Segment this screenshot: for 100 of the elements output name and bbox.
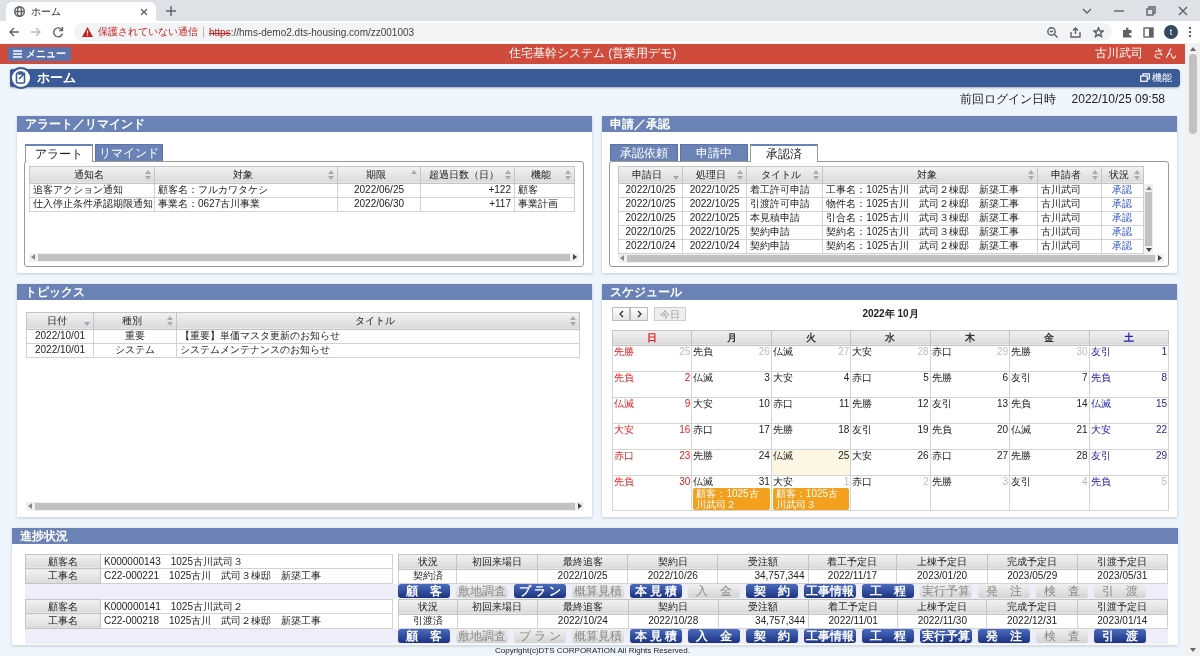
step-button[interactable]: 顧 客 <box>398 629 450 644</box>
calendar-day-cell[interactable]: 仏滅 21 <box>1009 423 1090 450</box>
tab[interactable]: 申請中 <box>680 143 748 161</box>
calendar-day-cell[interactable]: 仏滅 27 <box>771 345 851 372</box>
calendar-day-cell[interactable]: 先勝 3 <box>930 475 1010 511</box>
calendar-day-cell[interactable]: 大安 10 <box>691 397 772 424</box>
rokuyo-label: 友引 <box>931 397 952 409</box>
table-cell: 顧客 <box>514 183 575 198</box>
calendar-day-cell[interactable]: 先負 8 <box>1089 371 1169 398</box>
step-button[interactable]: プ ラ ン <box>514 584 566 599</box>
table-cell: 追客アクション通知 <box>29 183 155 198</box>
calendar-day-cell[interactable]: 先負 5 <box>1089 475 1169 511</box>
calendar-day-cell[interactable]: 大安 26 <box>850 449 931 476</box>
address-bar[interactable]: 保護されていない通信 https://hms-demo2.dts-housing.com/zz001003 <box>74 23 1112 41</box>
calendar-day-cell[interactable]: 先勝 25 <box>612 345 692 372</box>
column-header[interactable]: 処理日 <box>682 166 747 184</box>
rokuyo-label: 先負 <box>931 423 952 435</box>
calendar-day-cell[interactable]: 大安 16 <box>612 423 692 450</box>
calendar-day-cell[interactable]: 友引 19 <box>850 423 931 450</box>
column-header[interactable]: 日付 <box>26 312 94 330</box>
calendar-day-cell[interactable]: 仏滅 9 <box>612 397 692 424</box>
menu-button[interactable]: メニュー <box>8 46 71 61</box>
column-header[interactable]: 申請日 <box>618 166 683 184</box>
column-header[interactable]: 状況 <box>1101 166 1144 184</box>
calendar-day-cell[interactable]: 大安 4 <box>771 371 851 398</box>
panel-title: アラート／リマインド <box>17 115 592 132</box>
calendar-day-cell[interactable]: 先勝 18 <box>771 423 851 450</box>
calendar-day-cell[interactable]: 先負 20 <box>930 423 1010 450</box>
function-button[interactable]: 機能 <box>1132 70 1180 85</box>
calendar-day-cell[interactable]: 先勝 24 <box>691 449 772 476</box>
calendar-day-cell[interactable]: 大安 1 顧客：1025古川武司３ <box>771 475 851 511</box>
tab[interactable]: 承認済 <box>750 143 818 162</box>
step-button[interactable]: 契 約 <box>746 629 798 644</box>
step-button[interactable]: 本 見 積 <box>630 584 682 599</box>
calendar-day-cell[interactable]: 赤口 5 <box>850 371 931 398</box>
column-header[interactable]: 種別 <box>93 312 177 330</box>
column-header[interactable]: 期限 <box>337 166 421 184</box>
calendar-day-cell[interactable]: 赤口 17 <box>691 423 772 450</box>
browser-tab[interactable]: ホーム <box>6 2 156 21</box>
tab[interactable]: アラート <box>25 143 93 162</box>
day-number: 30 <box>1076 345 1088 357</box>
calendar-day-cell[interactable]: 友引 4 <box>1009 475 1090 511</box>
calendar-day-cell[interactable]: 仏滅 3 <box>691 371 772 398</box>
calendar-day-cell[interactable]: 先負 14 <box>1009 397 1090 424</box>
calendar-day-cell[interactable]: 赤口 27 <box>930 449 1010 476</box>
column-header[interactable]: タイトル <box>746 166 823 184</box>
security-label: 保護されていない通信 <box>98 25 198 39</box>
step-button[interactable]: 工 程 <box>862 629 914 644</box>
table-cell: C22-000218 1025古川 武司２棟邸 新築工事 <box>100 613 393 629</box>
day-number: 26 <box>758 345 770 357</box>
calendar-day-cell[interactable]: 友引 7 <box>1009 371 1090 398</box>
column-header[interactable]: 機能 <box>514 166 575 184</box>
table-cell: 2022/06/25 <box>337 183 421 198</box>
calendar-day-cell[interactable]: 大安 28 <box>850 345 931 372</box>
tab[interactable]: 承認依頼 <box>610 143 678 161</box>
column-header[interactable]: タイトル <box>176 312 580 330</box>
tab[interactable]: リマインド <box>95 143 163 161</box>
table-cell: 古川武司 <box>1037 239 1102 254</box>
calendar-day-cell[interactable]: 友引 29 <box>1089 449 1169 476</box>
day-number: 14 <box>1076 397 1088 409</box>
step-button[interactable]: 顧 客 <box>398 584 450 599</box>
calendar-day-cell[interactable]: 先勝 30 <box>1009 345 1090 372</box>
calendar-day-cell[interactable]: 先勝 6 <box>930 371 1010 398</box>
calendar-day-cell[interactable]: 仏滅 15 <box>1089 397 1169 424</box>
column-header[interactable]: 通知名 <box>29 166 155 184</box>
step-button[interactable]: 工事情報 <box>804 584 856 599</box>
step-button[interactable]: 工事情報 <box>804 629 856 644</box>
rokuyo-label: 先勝 <box>614 345 634 357</box>
step-button[interactable]: 入 金 <box>688 629 740 644</box>
calendar-day-cell[interactable]: 赤口 2 <box>850 475 931 511</box>
column-header: 完成予定日 <box>987 554 1078 570</box>
calendar-day-cell[interactable]: 仏滅 25 <box>771 449 851 476</box>
step-button[interactable]: 契 約 <box>746 584 798 599</box>
column-header[interactable]: 対象 <box>822 166 1038 184</box>
column-header[interactable]: 申請者 <box>1037 166 1102 184</box>
calendar-day-cell[interactable]: 仏滅 31 顧客：1025古川武司２ <box>691 475 772 511</box>
profile-avatar[interactable]: t <box>1164 25 1178 39</box>
calendar-day-cell[interactable]: 先負 26 <box>691 345 772 372</box>
step-button[interactable]: 引 渡 <box>1094 629 1146 644</box>
calendar-day-cell[interactable]: 赤口 11 <box>771 397 851 424</box>
rokuyo-label: 友引 <box>852 423 873 435</box>
calendar-day-cell[interactable]: 先負 30 <box>612 475 692 511</box>
calendar-day-cell[interactable]: 赤口 29 <box>930 345 1010 372</box>
day-number: 25 <box>838 449 850 461</box>
step-button[interactable]: 本 見 積 <box>630 629 682 644</box>
column-header[interactable]: 超過日数（日） <box>420 166 515 184</box>
table-cell: 契約名：1025古川 武司２棟邸 新築工事 <box>822 239 1038 254</box>
day-number: 15 <box>1155 397 1167 409</box>
calendar-day-cell[interactable]: 先勝 12 <box>850 397 931 424</box>
calendar-day-cell[interactable]: 友引 1 <box>1089 345 1169 372</box>
calendar-day-cell[interactable]: 先勝 28 <box>1009 449 1090 476</box>
step-button[interactable]: 発 注 <box>978 629 1030 644</box>
url-text[interactable]: https://hms-demo2.dts-housing.com/zz001003 <box>209 26 415 38</box>
calendar-day-cell[interactable]: 大安 22 <box>1089 423 1169 450</box>
calendar-day-cell[interactable]: 先負 2 <box>612 371 692 398</box>
step-button[interactable]: 工 程 <box>862 584 914 599</box>
calendar-day-cell[interactable]: 友引 13 <box>930 397 1010 424</box>
calendar-day-cell[interactable]: 赤口 23 <box>612 449 692 476</box>
column-header[interactable]: 対象 <box>154 166 338 184</box>
step-button[interactable]: 実行予算 <box>920 629 972 644</box>
